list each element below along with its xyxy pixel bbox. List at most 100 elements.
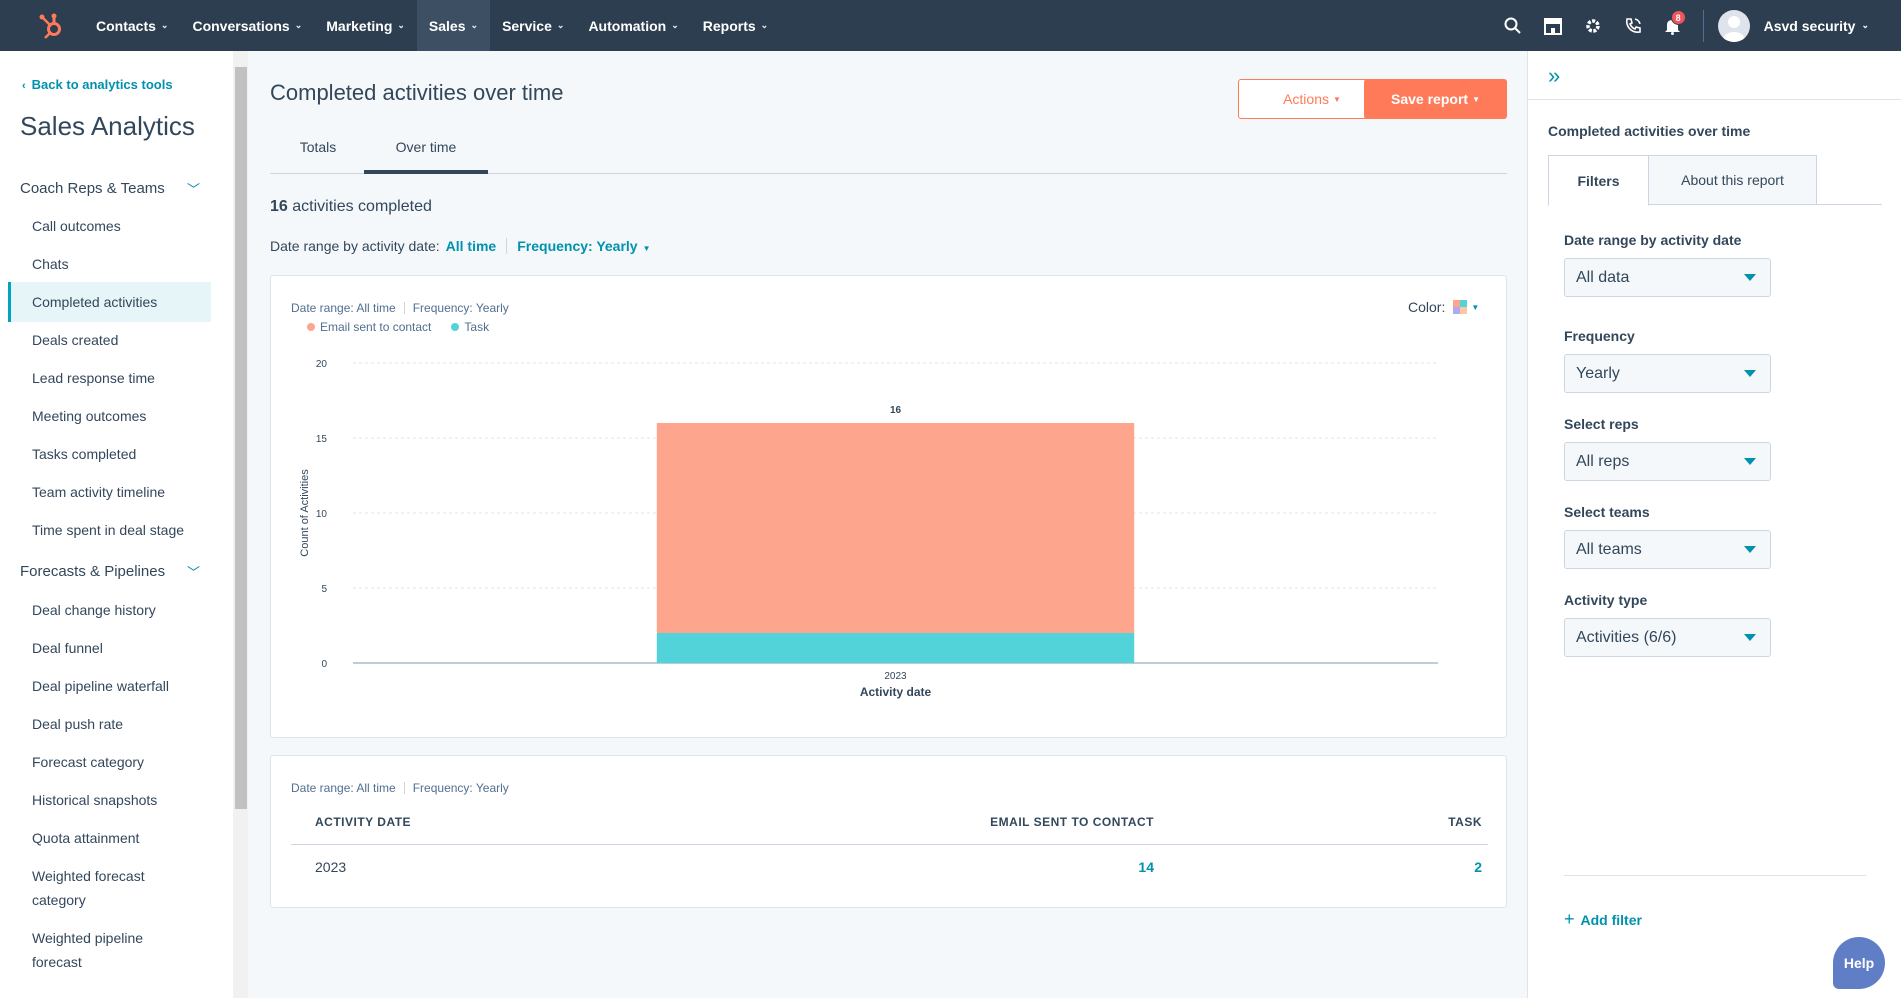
report-settings-panel: » Completed activities over time Filters… xyxy=(1527,51,1901,998)
frequency-select[interactable]: Yearly xyxy=(1564,354,1771,393)
table-header-task[interactable]: TASK xyxy=(1448,815,1482,829)
sidebar-section-coach-reps[interactable]: Coach Reps & Teams ﹀ xyxy=(20,179,200,198)
sidebar-item-team-activity-timeline[interactable]: Team activity timeline xyxy=(8,480,211,504)
sidebar-item-weighted-forecast[interactable]: Weighted forecast xyxy=(8,864,211,888)
caret-down-icon xyxy=(1744,370,1756,377)
filter-line: Date range by activity date: All time Fr… xyxy=(270,238,651,254)
avatar[interactable] xyxy=(1717,9,1750,42)
sidebar-item-lead-response-time[interactable]: Lead response time xyxy=(8,366,211,390)
nav-sales[interactable]: Sales ⌄ xyxy=(416,0,491,51)
bar-total-label: 16 xyxy=(890,405,902,416)
date-range-select[interactable]: All data xyxy=(1564,258,1771,297)
filter-label-activity-type: Activity type xyxy=(1564,592,1648,608)
sidebar-item-completed-activities[interactable]: Completed activities xyxy=(8,282,211,322)
panel-tabs: Filters About this report xyxy=(1548,155,1882,206)
y-tick-label: 5 xyxy=(321,584,327,595)
view-tabs: Totals Over time xyxy=(270,134,1507,174)
filter-label-frequency: Frequency xyxy=(1564,328,1635,344)
sidebar-item-historical-snapshots[interactable]: Historical snapshots xyxy=(8,788,211,812)
sidebar-item-call-outcomes[interactable]: Call outcomes xyxy=(8,214,211,238)
divider xyxy=(1702,9,1704,42)
nav-conversations[interactable]: Conversations ⌄ xyxy=(180,0,314,51)
sidebar-scrollbar-thumb[interactable] xyxy=(235,67,247,809)
sidebar-item-deals-created[interactable]: Deals created xyxy=(8,328,211,352)
table-cell-task[interactable]: 2 xyxy=(1474,859,1482,875)
gear-icon[interactable] xyxy=(1573,0,1613,51)
data-table-card: Date range: All time Frequency: Yearly AC… xyxy=(270,755,1507,908)
chevron-left-icon: ‹ xyxy=(22,80,26,92)
bar-task[interactable] xyxy=(656,633,1135,663)
y-tick-label: 20 xyxy=(316,359,328,370)
date-range-link[interactable]: All time xyxy=(446,238,497,254)
chevron-down-icon: ⌄ xyxy=(160,20,169,30)
teams-select[interactable]: All teams xyxy=(1564,530,1771,569)
calling-icon[interactable] xyxy=(1613,0,1653,51)
collapse-panel-icon[interactable]: » xyxy=(1548,63,1560,89)
sidebar-item-chats[interactable]: Chats xyxy=(8,252,211,276)
tab-filters[interactable]: Filters xyxy=(1548,155,1649,206)
y-tick-label: 15 xyxy=(316,434,328,445)
date-range-label: Date range by activity date: xyxy=(270,238,440,254)
table-header-activity-date[interactable]: ACTIVITY DATE xyxy=(315,815,411,829)
sidebar-item-deal-push-rate[interactable]: Deal push rate xyxy=(8,712,211,736)
save-report-button[interactable]: Save report ▼ xyxy=(1364,79,1507,119)
sidebar-title: Sales Analytics xyxy=(20,111,195,141)
sidebar: ‹ Back to analytics tools Sales Analytics… xyxy=(0,51,248,998)
caret-down-icon xyxy=(1744,634,1756,641)
nav-marketing[interactable]: Marketing ⌄ xyxy=(314,0,417,51)
chevron-down-icon: ﹀ xyxy=(186,182,200,197)
table-cell-date: 2023 xyxy=(315,859,347,875)
sidebar-item-weighted-pipeline[interactable]: Weighted pipeline xyxy=(8,926,211,950)
sidebar-item-forecast-category[interactable]: Forecast category xyxy=(8,750,211,774)
caret-down-icon: ▼ xyxy=(1472,94,1480,104)
table-cell-email[interactable]: 14 xyxy=(1138,859,1154,875)
marketplace-icon[interactable] xyxy=(1533,0,1573,51)
table-header-email[interactable]: EMAIL SENT TO CONTACT xyxy=(990,815,1154,829)
chevron-down-icon: ⌄ xyxy=(470,20,479,30)
sidebar-item-weighted-forecast-line2[interactable]: category xyxy=(8,888,211,912)
activity-type-select[interactable]: Activities (6/6) xyxy=(1564,618,1771,657)
sidebar-item-deal-change-history[interactable]: Deal change history xyxy=(8,598,211,622)
sidebar-item-time-in-deal-stage[interactable]: Time spent in deal stage xyxy=(8,518,211,542)
x-tick-label: 2023 xyxy=(884,671,907,682)
filter-label-date-range: Date range by activity date xyxy=(1564,232,1742,248)
y-axis-label: Count of Activities xyxy=(299,469,311,557)
nav-reports[interactable]: Reports ⌄ xyxy=(691,0,780,51)
chevron-down-icon: ﹀ xyxy=(186,565,200,580)
page-title: Completed activities over time xyxy=(270,80,564,105)
sidebar-item-deal-funnel[interactable]: Deal funnel xyxy=(8,636,211,660)
add-filter-button[interactable]: + Add filter xyxy=(1564,909,1642,930)
divider xyxy=(291,844,1488,845)
sidebar-item-deal-pipeline-waterfall[interactable]: Deal pipeline waterfall xyxy=(8,674,211,698)
tab-about-report[interactable]: About this report xyxy=(1648,155,1817,205)
panel-title: Completed activities over time xyxy=(1548,123,1751,139)
frequency-dropdown[interactable]: Frequency: Yearly ▼ xyxy=(517,238,650,254)
summary-count: 16 xyxy=(270,198,288,215)
hubspot-logo-icon[interactable] xyxy=(26,0,76,51)
user-menu[interactable]: Asvd security ⌄ xyxy=(1764,18,1869,34)
reps-select[interactable]: All reps xyxy=(1564,442,1771,481)
chart-card: Date range: All time Frequency: Yearly Em… xyxy=(270,275,1507,738)
plus-icon: + xyxy=(1564,909,1575,929)
help-button[interactable]: Help xyxy=(1833,937,1885,989)
filter-label-teams: Select teams xyxy=(1564,504,1650,520)
divider xyxy=(506,238,508,254)
notifications-bell-icon[interactable]: 8 xyxy=(1653,0,1693,51)
sidebar-item-meeting-outcomes[interactable]: Meeting outcomes xyxy=(8,404,211,428)
sidebar-item-tasks-completed[interactable]: Tasks completed xyxy=(8,442,211,466)
sidebar-item-quota-attainment[interactable]: Quota attainment xyxy=(8,826,211,850)
nav-service[interactable]: Service ⌄ xyxy=(490,0,576,51)
sidebar-section-forecasts[interactable]: Forecasts & Pipelines ﹀ xyxy=(20,562,200,581)
x-axis-label: Activity date xyxy=(860,685,932,699)
nav-automation[interactable]: Automation ⌄ xyxy=(576,0,690,51)
sidebar-item-weighted-pipeline-line2[interactable]: forecast xyxy=(8,950,211,974)
tab-over-time[interactable]: Over time xyxy=(364,134,488,174)
nav-contacts[interactable]: Contacts ⌄ xyxy=(84,0,180,51)
table-meta: Date range: All time Frequency: Yearly xyxy=(291,781,509,795)
y-tick-label: 0 xyxy=(321,659,327,670)
search-icon[interactable] xyxy=(1493,0,1533,51)
back-to-analytics-link[interactable]: ‹ Back to analytics tools xyxy=(22,77,173,92)
bar-email[interactable] xyxy=(656,423,1135,633)
tab-totals[interactable]: Totals xyxy=(270,134,366,174)
summary: 16 activities completed xyxy=(270,198,432,215)
